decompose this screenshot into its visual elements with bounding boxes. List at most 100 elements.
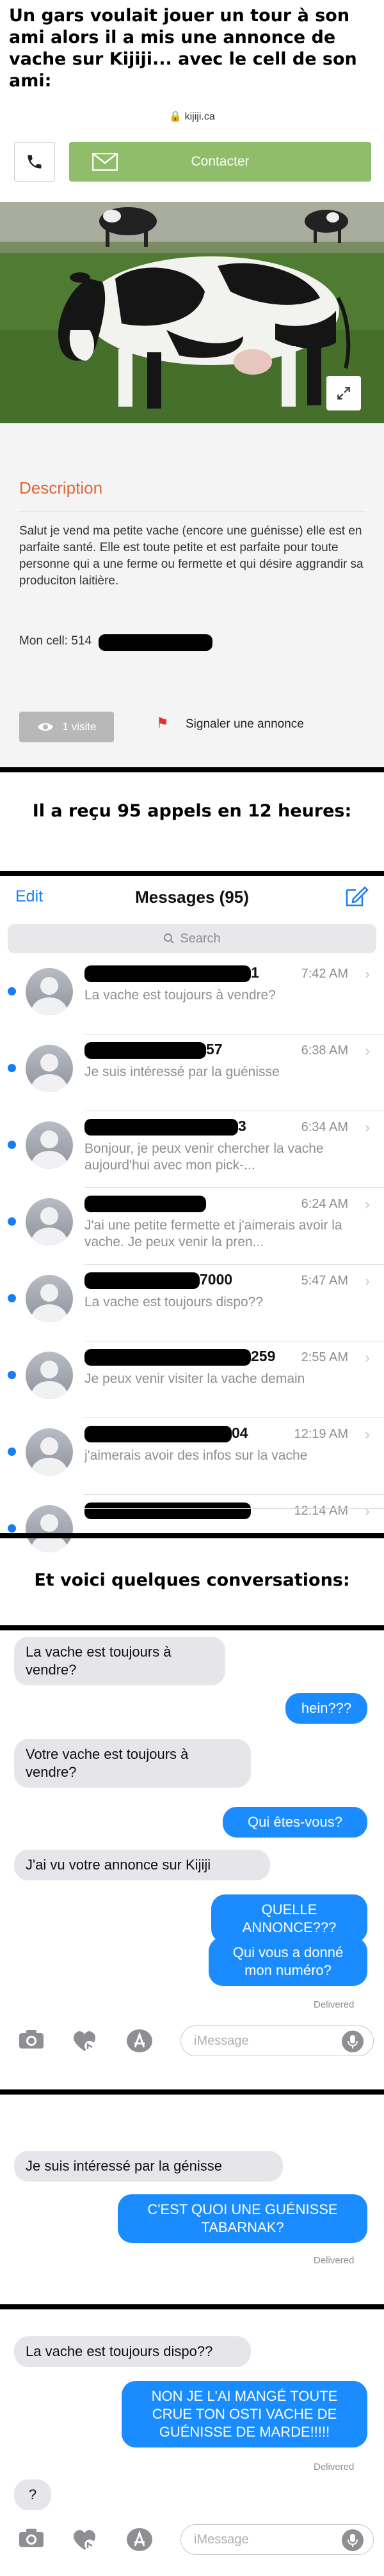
chevron-right-icon: › [365, 1503, 370, 1520]
unread-dot [8, 1294, 16, 1302]
description-text: Salut je vend ma petite vache (encore un… [19, 524, 364, 588]
avatar [26, 1352, 73, 1399]
outgoing-bubble: Qui vous a donné mon numéro? [209, 1937, 367, 1986]
thread-row[interactable]: 259 2:55 AM › Je peux venir visiter la vach… [0, 1341, 384, 1418]
avatar [26, 1045, 73, 1092]
thread-name: 259 [251, 1348, 276, 1364]
microphone-icon [348, 2035, 358, 2049]
chevron-right-icon: › [365, 1272, 370, 1290]
contact-button[interactable]: Contacter [69, 142, 371, 182]
unread-dot [8, 987, 16, 995]
unread-dot [8, 1524, 16, 1533]
incoming-bubble: Je suis intéressé par la génisse [14, 2151, 283, 2182]
visits-text: 1 visite [62, 721, 97, 733]
unread-dot [8, 1217, 16, 1226]
avatar [26, 1198, 73, 1245]
digital-touch-button[interactable] [70, 2527, 99, 2556]
search-icon [164, 933, 175, 944]
thread-time: 6:38 AM [301, 1043, 348, 1058]
eye-icon [37, 723, 53, 731]
thread-name: 04 [232, 1425, 248, 1441]
url-bar[interactable]: 🔒 kijiji.ca [0, 110, 384, 123]
thread-row[interactable]: 12:14 AM › [0, 1495, 384, 1552]
chevron-right-icon: › [365, 1119, 370, 1136]
thread-row[interactable]: 04 12:19 AM › j'aimerais avoir des infos su… [0, 1418, 384, 1495]
message-toolbar: iMessage [0, 2022, 384, 2060]
redacted-name [84, 1042, 206, 1059]
redacted-name [84, 1272, 200, 1289]
thread-row[interactable]: 57 6:38 AM › Je suis intéressé par la guéni… [0, 1034, 384, 1111]
heart-touch-icon [73, 2529, 96, 2550]
thread-row[interactable]: 3 6:34 AM › Bonjour, je peux venir chercher… [0, 1111, 384, 1188]
thread-row[interactable]: 1 7:42 AM › La vache est toujours à vendre? [0, 958, 384, 1034]
compose-icon [346, 886, 369, 907]
report-ad-link[interactable]: Signaler une annonce [186, 717, 304, 731]
unread-dot [8, 1141, 16, 1149]
avatar [26, 1505, 73, 1552]
contact-label: Contacter [191, 154, 250, 169]
redacted-name [84, 1196, 206, 1212]
avatar [26, 968, 73, 1015]
camera-icon [19, 2030, 44, 2049]
outgoing-bubble: NON JE L'AI MANGÉ TOUTE CRUE TON OSTI VA… [122, 2381, 367, 2447]
thread-name: 7000 [200, 1271, 233, 1288]
flag-icon: ⚑ [156, 715, 169, 731]
thread-time: 12:14 AM [294, 1504, 348, 1518]
thread-preview: J'ai une petite fermette et j'aimerais a… [84, 1218, 342, 1249]
unread-dot [8, 1064, 16, 1072]
cow-photo[interactable] [0, 202, 384, 423]
thread-time: 12:19 AM [294, 1427, 348, 1441]
lock-icon: 🔒 [169, 111, 182, 122]
avatar [26, 1121, 73, 1169]
search-field[interactable]: Search [8, 924, 376, 953]
convos-caption: Et voici quelques conversations: [34, 1570, 350, 1590]
redacted-name [84, 965, 251, 982]
expand-photo-button[interactable] [326, 376, 361, 410]
thread-row[interactable]: 6:24 AM › J'ai une petite fermette et j'ai… [0, 1188, 384, 1265]
thread-preview: Je peux venir visiter la vache demain [84, 1371, 305, 1386]
delivered-label: Delivered [314, 2255, 355, 2266]
call-button[interactable] [14, 142, 55, 182]
redacted-name [84, 1119, 238, 1136]
outgoing-bubble: C'EST QUOI UNE GUÉNISSE TABARNAK? [118, 2194, 367, 2243]
app-store-button[interactable] [125, 2028, 154, 2057]
app-store-button[interactable] [125, 2527, 154, 2556]
avatar [26, 1428, 73, 1476]
chevron-right-icon: › [365, 1426, 370, 1443]
envelope-icon [92, 153, 118, 171]
section-divider [0, 871, 384, 876]
incoming-bubble: ? [14, 2479, 51, 2510]
description-divider [19, 511, 365, 512]
url-text: kijiji.ca [184, 111, 215, 122]
search-placeholder: Search [180, 931, 221, 946]
thread-time: 6:34 AM [301, 1120, 348, 1134]
digital-touch-button[interactable] [70, 2028, 99, 2057]
thread-row[interactable]: 7000 5:47 AM › La vache est toujours dispo?… [0, 1265, 384, 1341]
thread-name: 3 [238, 1118, 246, 1134]
app-store-icon [127, 2029, 152, 2052]
expand-icon [337, 387, 350, 400]
redacted-name [84, 1426, 232, 1442]
thread-time: 2:55 AM [301, 1350, 348, 1364]
row-separator [84, 1508, 384, 1509]
section-divider [0, 2089, 384, 2095]
chevron-right-icon: › [365, 1196, 370, 1213]
thread-name: 57 [206, 1041, 223, 1058]
section-divider [0, 767, 384, 772]
outgoing-bubble: Qui êtes-vous? [223, 1807, 367, 1838]
phone-icon [28, 155, 42, 169]
mic-button[interactable] [342, 2031, 364, 2052]
thread-preview: Bonjour, je peux venir chercher la vache… [84, 1141, 324, 1173]
camera-button[interactable] [18, 2028, 45, 2053]
redacted-name [84, 1503, 251, 1519]
thread-preview: La vache est toujours dispo?? [84, 1295, 264, 1309]
delivered-label: Delivered [314, 2462, 355, 2472]
thread-preview: La vache est toujours à vendre? [84, 988, 276, 1003]
camera-button[interactable] [18, 2527, 45, 2552]
chevron-right-icon: › [365, 965, 370, 983]
mic-button[interactable] [342, 2529, 364, 2551]
avatar [26, 1275, 73, 1322]
compose-button[interactable] [343, 884, 369, 912]
section-divider [0, 2304, 384, 2309]
app-store-icon [127, 2528, 152, 2551]
